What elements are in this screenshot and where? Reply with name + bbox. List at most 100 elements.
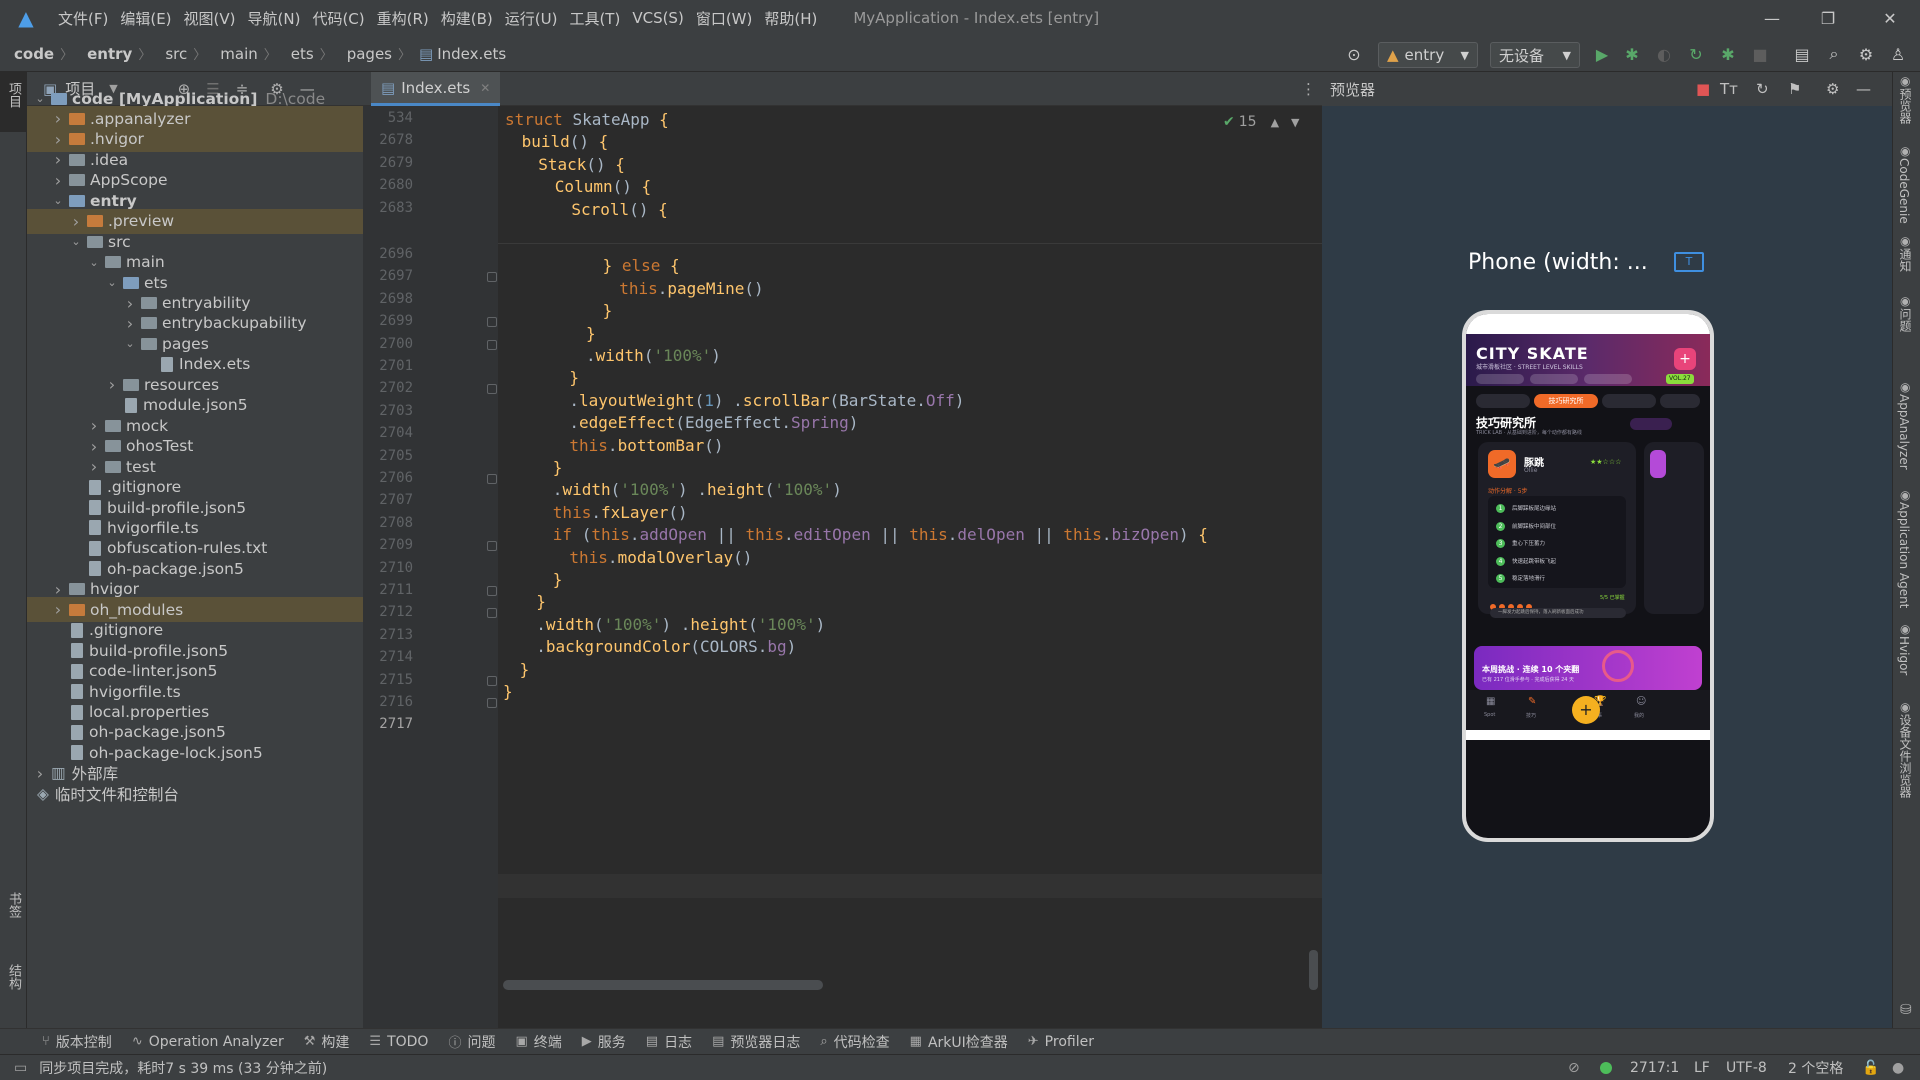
breadcrumb-item[interactable]: code — [14, 45, 54, 63]
fold-marker-icon[interactable] — [487, 586, 497, 596]
right-tool-tab[interactable]: Application Agent — [1897, 502, 1911, 608]
chevron-right-icon[interactable]: › — [105, 375, 119, 394]
breadcrumb-item[interactable]: ets — [291, 45, 314, 63]
menu-item[interactable]: VCS(S) — [632, 9, 683, 27]
tab-index-ets[interactable]: ▤ Index.ets ✕ — [371, 72, 501, 106]
tool-window-button[interactable]: ∿ Operation Analyzer — [132, 1034, 284, 1050]
code-line[interactable]: .width('100%') .height('100%') — [536, 615, 825, 634]
target-icon[interactable]: ⊙ — [1342, 42, 1366, 66]
line-separator[interactable]: LF — [1694, 1060, 1710, 1076]
tool-window-button[interactable]: ▦ ArkUI检查器 — [910, 1032, 1008, 1052]
nav-label[interactable]: Spot — [1484, 712, 1495, 718]
notifications-icon[interactable]: ● — [1892, 1060, 1904, 1076]
chevron-right-icon[interactable]: › — [123, 294, 137, 313]
chevron-down-icon[interactable]: ▼ — [1291, 116, 1299, 129]
code-line[interactable]: this.pageMine() — [619, 279, 764, 298]
code-line[interactable]: if (this.addOpen || this.editOpen || thi… — [553, 525, 1208, 544]
menu-item[interactable]: 代码(C) — [312, 8, 364, 29]
nav-label[interactable]: 我的 — [1634, 712, 1644, 719]
close-icon[interactable]: ✕ — [1862, 0, 1918, 36]
tool-window-button[interactable]: ⌕ 代码检查 — [820, 1032, 889, 1052]
indent-setting[interactable]: 2 个空格 — [1788, 1058, 1843, 1078]
code-line[interactable]: } — [603, 301, 613, 320]
search-icon[interactable]: ⌕ — [1822, 42, 1846, 66]
eye-icon[interactable]: ◉ — [1900, 74, 1910, 88]
lock-icon[interactable]: 🔓 — [1862, 1060, 1879, 1076]
map-icon[interactable]: ▦ — [1486, 696, 1495, 707]
menu-item[interactable]: 帮助(H) — [764, 8, 817, 29]
right-tool-tab[interactable]: 预览器 — [1897, 88, 1914, 124]
sticky-code-line[interactable]: Scroll() { — [571, 200, 667, 219]
profile-icon[interactable]: ◐ — [1652, 42, 1676, 66]
code-line[interactable]: } — [503, 682, 513, 701]
tool-window-button[interactable]: ⑂ 版本控制 — [42, 1032, 112, 1052]
right-tool-tab[interactable]: 问题 — [1897, 308, 1914, 332]
menu-item[interactable]: 导航(N) — [248, 8, 301, 29]
center-add-button[interactable]: + — [1572, 696, 1600, 724]
menu-item[interactable]: 编辑(E) — [120, 8, 171, 29]
horizontal-scrollbar[interactable] — [503, 980, 823, 990]
code-line[interactable]: this.modalOverlay() — [569, 548, 752, 567]
layout-icon[interactable]: ▭ — [14, 1060, 27, 1076]
chevron-right-icon[interactable]: › — [87, 457, 101, 476]
inspect-icon[interactable]: ⚑ — [1788, 80, 1801, 98]
no-problems-icon[interactable]: ⊘ — [1568, 1060, 1580, 1076]
tool-window-button[interactable]: ⚒ 构建 — [304, 1032, 350, 1052]
tree-item[interactable]: ◈ 临时文件和控制台 — [27, 781, 363, 806]
attach-debugger-icon[interactable]: ✱ — [1716, 42, 1740, 66]
menu-item[interactable]: 运行(U) — [505, 8, 558, 29]
chevron-down-icon[interactable]: ⌄ — [51, 194, 65, 207]
code-line[interactable]: this.bottomBar() — [569, 436, 723, 455]
device-switch-icon[interactable]: T — [1674, 252, 1704, 272]
inspection-widget[interactable]: ✔ 15 ▲ ▼ — [1223, 114, 1300, 130]
run-config-select[interactable]: ▲ entry ▼ — [1378, 42, 1478, 68]
right-tool-tab[interactable]: Hvigor — [1897, 636, 1911, 675]
minimize-icon[interactable]: — — [1744, 0, 1800, 36]
restore-icon[interactable]: ❐ — [1800, 0, 1856, 36]
add-button[interactable]: + — [1674, 348, 1696, 370]
right-tool-tab[interactable]: 通知 — [1897, 248, 1914, 272]
database-icon[interactable]: ⛁ — [1900, 1002, 1912, 1018]
bell-icon[interactable]: ◉ — [1900, 234, 1910, 248]
tool-window-button[interactable]: ⓘ 问题 — [448, 1032, 495, 1052]
debug-icon[interactable]: ✱ — [1620, 42, 1644, 66]
stop-icon[interactable]: ■ — [1748, 42, 1772, 66]
tool-window-button[interactable]: ▤ 日志 — [646, 1032, 692, 1052]
chevron-right-icon[interactable]: › — [33, 764, 47, 783]
right-tool-tab[interactable]: 设备文件浏览器 — [1897, 714, 1914, 798]
breadcrumb-item[interactable]: src — [165, 45, 187, 63]
chevron-right-icon[interactable]: › — [51, 150, 65, 169]
fold-marker-icon[interactable] — [487, 272, 497, 283]
agent-icon[interactable]: ◉ — [1900, 488, 1910, 502]
breadcrumb-item[interactable]: pages — [347, 45, 392, 63]
bookmarks-tab[interactable]: 书签 — [4, 892, 23, 918]
chevron-right-icon[interactable]: › — [51, 580, 65, 599]
stop-preview-icon[interactable]: ■ — [1696, 80, 1710, 98]
project-structure-icon[interactable]: ▤ — [1790, 42, 1814, 66]
right-tool-tab[interactable]: AppAnalyzer — [1897, 394, 1911, 470]
breadcrumb-item[interactable]: main — [220, 45, 257, 63]
chevron-down-icon[interactable]: ⌄ — [33, 92, 47, 105]
tool-window-button[interactable]: ▤ 预览器日志 — [712, 1032, 800, 1052]
account-icon[interactable]: ♙ — [1886, 42, 1910, 66]
tool-window-button[interactable]: ✈ Profiler — [1028, 1034, 1094, 1050]
breadcrumb-item[interactable]: Index.ets — [437, 45, 506, 63]
chevron-right-icon[interactable]: › — [87, 437, 101, 456]
fold-marker-icon[interactable] — [487, 675, 497, 686]
fold-marker-icon[interactable] — [487, 339, 497, 350]
device-file-icon[interactable]: ◉ — [1900, 700, 1910, 714]
settings-icon[interactable]: ⚙ — [1826, 80, 1839, 98]
breadcrumb-item[interactable]: entry — [87, 45, 132, 63]
sticky-code-line[interactable]: Column() { — [555, 177, 651, 196]
fold-marker-icon[interactable] — [487, 384, 497, 395]
menu-item[interactable]: 文件(F) — [58, 8, 108, 29]
code-line[interactable]: } — [536, 592, 546, 611]
nav-label[interactable]: 技巧 — [1526, 712, 1536, 719]
fold-marker-icon[interactable] — [487, 698, 497, 708]
chevron-up-icon[interactable]: ▲ — [1271, 116, 1279, 129]
tool-window-button[interactable]: ▣ 终端 — [515, 1032, 561, 1052]
code-line[interactable]: .edgeEffect(EdgeEffect.Spring) — [569, 413, 858, 432]
analyzer-icon[interactable]: ◉ — [1900, 380, 1910, 394]
pill-more[interactable] — [1660, 394, 1700, 408]
menu-item[interactable]: 重构(R) — [377, 8, 429, 29]
